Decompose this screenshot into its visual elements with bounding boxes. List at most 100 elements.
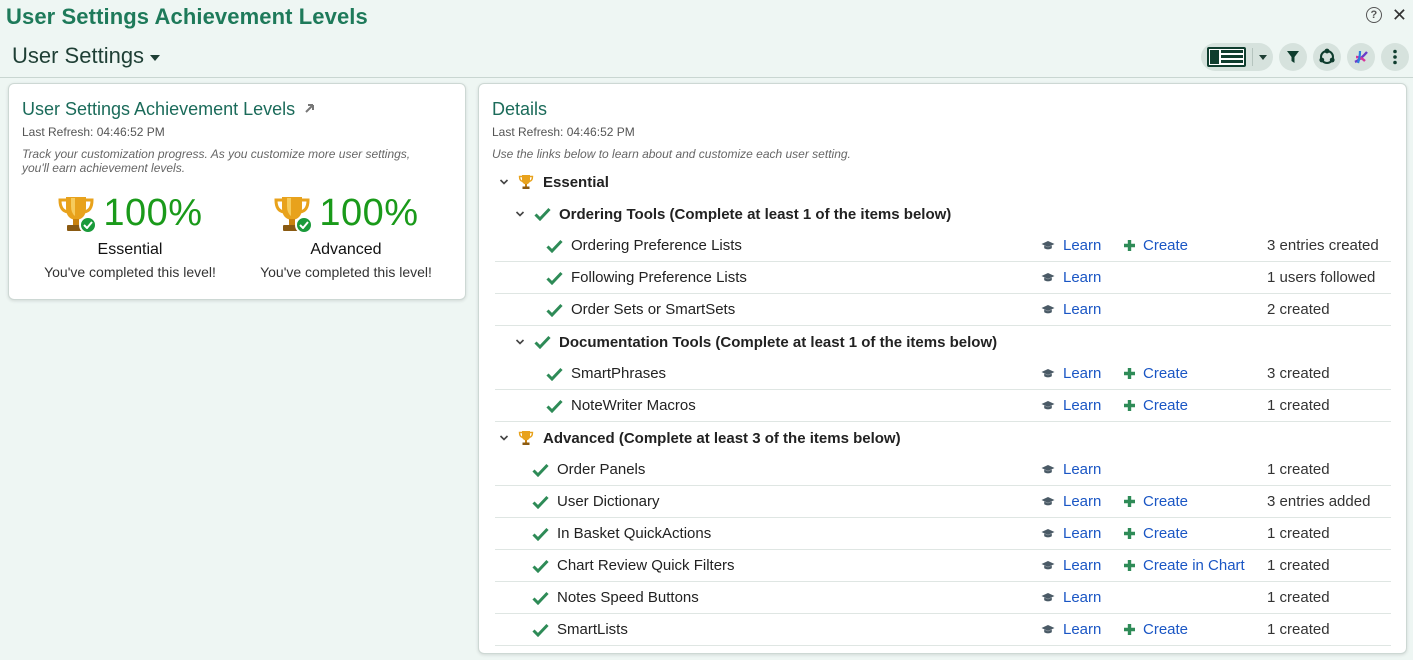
filter-button[interactable] bbox=[1279, 43, 1307, 71]
learn-link-label[interactable]: Learn bbox=[1063, 237, 1101, 254]
check-icon bbox=[531, 559, 549, 573]
create-link-label[interactable]: Create in Chart bbox=[1143, 557, 1245, 574]
check-icon bbox=[533, 335, 551, 349]
learn-link[interactable]: Learn bbox=[1041, 557, 1101, 574]
setting-status: 1 created bbox=[1267, 397, 1330, 414]
level-percent: 100% bbox=[103, 192, 203, 234]
plus-icon bbox=[1123, 623, 1136, 636]
learn-link[interactable]: Learn bbox=[1041, 525, 1101, 542]
chevron-down-icon[interactable] bbox=[513, 337, 527, 347]
create-link[interactable]: Create bbox=[1123, 493, 1188, 510]
level-message: You've completed this level! bbox=[44, 264, 216, 280]
view-selector[interactable]: User Settings bbox=[12, 43, 161, 69]
learn-link[interactable]: Learn bbox=[1041, 621, 1101, 638]
achievement-summary-card: User Settings Achievement Levels Last Re… bbox=[8, 83, 466, 300]
learn-link[interactable]: Learn bbox=[1041, 589, 1101, 606]
setting-row: User Dictionary Learn Create 3 entries adde… bbox=[495, 486, 1391, 518]
learn-link-label[interactable]: Learn bbox=[1063, 493, 1101, 510]
details-card: Details Last Refresh: 04:46:52 PM Use th… bbox=[478, 83, 1407, 654]
check-badge-icon bbox=[79, 215, 98, 234]
create-link[interactable]: Create bbox=[1123, 237, 1188, 254]
check-icon bbox=[545, 271, 563, 285]
toolbar bbox=[1201, 43, 1409, 71]
plus-icon bbox=[1123, 495, 1136, 508]
setting-label: User Dictionary bbox=[557, 493, 660, 510]
create-link-label[interactable]: Create bbox=[1143, 397, 1188, 414]
share-button[interactable] bbox=[1313, 43, 1341, 71]
help-icon[interactable]: ? bbox=[1365, 7, 1382, 23]
create-link-label[interactable]: Create bbox=[1143, 493, 1188, 510]
graduation-cap-icon bbox=[1041, 592, 1055, 604]
setting-row: In Basket QuickActions Learn Create 1 creat… bbox=[495, 518, 1391, 550]
check-icon bbox=[545, 399, 563, 413]
graduation-cap-icon bbox=[1041, 304, 1055, 316]
graduation-cap-icon bbox=[1041, 560, 1055, 572]
graduation-cap-icon bbox=[1041, 400, 1055, 412]
learn-link-label[interactable]: Learn bbox=[1063, 525, 1101, 542]
chevron-down-icon[interactable] bbox=[497, 177, 511, 187]
learn-link-label[interactable]: Learn bbox=[1063, 589, 1101, 606]
setting-row: Order Panels Learn 1 created bbox=[495, 454, 1391, 486]
learn-link[interactable]: Learn bbox=[1041, 365, 1101, 382]
create-link-label[interactable]: Create bbox=[1143, 525, 1188, 542]
check-badge-icon bbox=[295, 215, 314, 234]
more-options-button[interactable] bbox=[1381, 43, 1409, 71]
window-controls: ? ✕ bbox=[1365, 6, 1407, 24]
learn-link-label[interactable]: Learn bbox=[1063, 365, 1101, 382]
tree-ordering-tools[interactable]: Ordering Tools (Complete at least 1 of t… bbox=[495, 198, 1391, 230]
learn-link-label[interactable]: Learn bbox=[1063, 557, 1101, 574]
setting-status: 1 created bbox=[1267, 589, 1330, 606]
details-hint: Use the links below to learn about and c… bbox=[492, 147, 851, 161]
group-label: Essential bbox=[543, 173, 609, 191]
create-link-label[interactable]: Create bbox=[1143, 621, 1188, 638]
learn-link-label[interactable]: Learn bbox=[1063, 301, 1101, 318]
group-label: Advanced (Complete at least 3 of the ite… bbox=[543, 429, 901, 447]
chevron-down-icon[interactable] bbox=[1259, 54, 1267, 60]
toolbar-divider bbox=[0, 77, 1413, 78]
level-message: You've completed this level! bbox=[260, 264, 432, 280]
graduation-cap-icon bbox=[1041, 528, 1055, 540]
setting-status: 1 created bbox=[1267, 557, 1330, 574]
setting-label: Chart Review Quick Filters bbox=[557, 557, 735, 574]
layout-button[interactable] bbox=[1201, 43, 1273, 71]
setting-label: SmartLists bbox=[557, 621, 628, 638]
plus-icon bbox=[1123, 399, 1136, 412]
learn-link-label[interactable]: Learn bbox=[1063, 461, 1101, 478]
learn-link[interactable]: Learn bbox=[1041, 397, 1101, 414]
setting-label: Notes Speed Buttons bbox=[557, 589, 699, 606]
learn-link[interactable]: Learn bbox=[1041, 461, 1101, 478]
tree-essential[interactable]: Essential bbox=[495, 166, 1391, 198]
learn-link-label[interactable]: Learn bbox=[1063, 397, 1101, 414]
close-icon[interactable]: ✕ bbox=[1392, 6, 1407, 24]
assistant-button[interactable] bbox=[1347, 43, 1375, 71]
create-link[interactable]: Create bbox=[1123, 621, 1188, 638]
popout-icon[interactable] bbox=[303, 104, 315, 115]
learn-link[interactable]: Learn bbox=[1041, 493, 1101, 510]
check-icon bbox=[545, 367, 563, 381]
create-link[interactable]: Create bbox=[1123, 365, 1188, 382]
chevron-down-icon[interactable] bbox=[513, 209, 527, 219]
setting-label: NoteWriter Macros bbox=[571, 397, 696, 414]
create-link[interactable]: Create bbox=[1123, 397, 1188, 414]
create-link[interactable]: Create in Chart bbox=[1123, 557, 1245, 574]
learn-link[interactable]: Learn bbox=[1041, 269, 1101, 286]
create-link-label[interactable]: Create bbox=[1143, 365, 1188, 382]
learn-link[interactable]: Learn bbox=[1041, 301, 1101, 318]
graduation-cap-icon bbox=[1041, 624, 1055, 636]
tree-documentation-tools[interactable]: Documentation Tools (Complete at least 1… bbox=[495, 326, 1391, 358]
setting-label: Ordering Preference Lists bbox=[571, 237, 742, 254]
learn-link-label[interactable]: Learn bbox=[1063, 621, 1101, 638]
create-link-label[interactable]: Create bbox=[1143, 237, 1188, 254]
tree-advanced[interactable]: Advanced (Complete at least 3 of the ite… bbox=[495, 422, 1391, 454]
graduation-cap-icon bbox=[1041, 272, 1055, 284]
learn-link[interactable]: Learn bbox=[1041, 237, 1101, 254]
setting-status: 1 created bbox=[1267, 525, 1330, 542]
plus-icon bbox=[1123, 559, 1136, 572]
setting-label: Order Panels bbox=[557, 461, 646, 478]
level-advanced: 100% Advanced You've completed this leve… bbox=[231, 192, 461, 280]
level-percent: 100% bbox=[319, 192, 419, 234]
learn-link-label[interactable]: Learn bbox=[1063, 269, 1101, 286]
create-link[interactable]: Create bbox=[1123, 525, 1188, 542]
setting-row: SmartLists Learn Create 1 created bbox=[495, 614, 1391, 646]
chevron-down-icon[interactable] bbox=[497, 433, 511, 443]
